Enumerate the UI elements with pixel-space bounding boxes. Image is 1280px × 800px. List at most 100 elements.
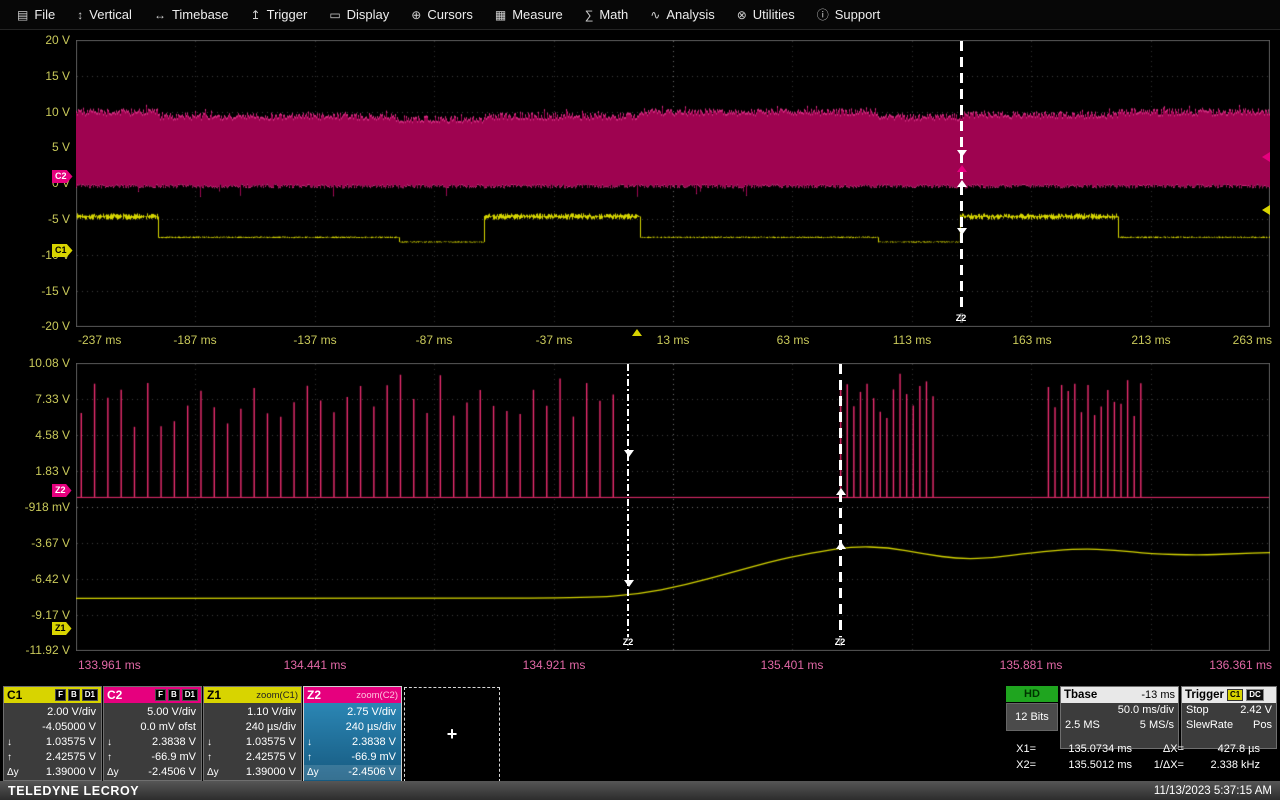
cursor-low-value: 1.03575 V (45, 736, 96, 748)
menu-item-analysis[interactable]: ∿ Analysis (639, 0, 725, 30)
menu-item-label: Vertical (89, 7, 132, 22)
x-axis-label: 213 ms (1131, 333, 1171, 347)
badge-f: F (55, 689, 66, 701)
cursor-high-value: -66.9 mV (351, 751, 396, 763)
cursor-high-icon: ↑ (307, 752, 312, 763)
timebase-descriptor[interactable]: Tbase -13 ms 50.0 ms/div 2.5 MS 5 MS/s (1060, 686, 1179, 749)
main-grid-canvas[interactable] (76, 40, 1270, 327)
x-axis-label: -187 ms (173, 333, 217, 347)
zoom-grid-canvas[interactable] (76, 363, 1270, 651)
hd-label: HD (1024, 688, 1040, 700)
trigger-slope: Pos (1253, 719, 1272, 731)
c2-level-arrow (1262, 152, 1270, 162)
trace-descriptor-z1[interactable]: Z1 zoom(C1) 1.10 V/div 240 µs/div ↓ 1.035… (203, 686, 302, 781)
y-axis-label: -9.17 V (31, 608, 70, 622)
menu-item-label: Math (599, 7, 629, 22)
z1-ground-marker[interactable]: Z1 (52, 622, 72, 635)
cursor-arrow-icon (624, 580, 634, 587)
cursor-low-icon: ↓ (7, 737, 12, 748)
y-axis-label: 5 V (51, 140, 70, 154)
add-trace-icon: + (446, 724, 458, 744)
trigger-mode: Stop (1186, 704, 1209, 716)
timebase-title: Tbase (1064, 689, 1098, 701)
trigger-title: Trigger (1185, 689, 1224, 701)
x-axis-label: 134.921 ms (522, 658, 586, 672)
x2-cursor-tag: Z2 (825, 637, 855, 647)
trace-descriptor-z2[interactable]: Z2 zoom(C2) 2.75 V/div 240 µs/div ↓ 2.383… (303, 686, 402, 782)
timebase-icon: ↔ (153, 7, 166, 22)
cursor-high-icon: ↑ (7, 752, 12, 763)
cursor-high-icon: ↑ (107, 752, 112, 763)
y-axis-label: 20 V (45, 33, 70, 47)
x1-cursor[interactable] (627, 364, 629, 650)
menu-item-label: File (34, 7, 56, 22)
x-axis-label: -37 ms (535, 333, 573, 347)
trace-descriptor-c1[interactable]: C1 F B D1 2.00 V/div -4.05000 V ↓ 1.03575 V… (3, 686, 102, 781)
menu-item-label: Measure (512, 7, 563, 22)
cursor-arrow-icon (624, 450, 634, 457)
delta-y-icon: Δy (107, 767, 119, 778)
menu-item-support[interactable]: ⓘ Support (806, 0, 892, 30)
main-waveform-grid[interactable] (76, 40, 1270, 327)
menu-bar: ▤ File ↕ Vertical ↔ Timebase ↥ Trigger ▭ Disp… (0, 0, 1280, 30)
cursor-arrow-icon (836, 542, 846, 549)
sample-points: 2.5 MS (1065, 719, 1100, 731)
zoom-source-label: zoom(C2) (356, 689, 398, 701)
delta-y-icon: Δy (207, 767, 219, 778)
x-axis-label: 63 ms (776, 333, 810, 347)
menu-item-label: Trigger (266, 7, 308, 22)
c1-level-arrow (1262, 205, 1270, 215)
x2-cursor[interactable] (839, 364, 842, 650)
menu-item-timebase[interactable]: ↔ Timebase (143, 0, 240, 30)
volts-per-div: 5.00 V/div (147, 706, 196, 718)
trigger-descriptor[interactable]: Trigger C1 DC Stop 2.42 V SlewRate Pos (1181, 686, 1277, 749)
menu-item-measure[interactable]: ▦ Measure (484, 0, 574, 30)
menu-item-cursors[interactable]: ⊕ Cursors (400, 0, 484, 30)
y-axis-label: 4.58 V (35, 428, 70, 442)
cursor-low-value: 2.3838 V (351, 736, 396, 748)
zoom-waveform-grid[interactable] (76, 363, 1270, 651)
trigger-position-marker[interactable] (632, 329, 642, 336)
badge-d1: D1 (181, 689, 198, 701)
trigger-type: SlewRate (1186, 719, 1234, 731)
cursor-arrow-icon (957, 165, 967, 172)
cursor-high-value: 2.42575 V (45, 751, 96, 763)
x1-value: 135.0734 ms (1068, 743, 1132, 755)
cursor-low-value: 1.03575 V (245, 736, 296, 748)
dx-value: 427.8 µs (1217, 743, 1260, 755)
menu-item-trigger[interactable]: ↥ Trigger (240, 0, 319, 30)
z2-ground-marker[interactable]: Z2 (52, 484, 72, 497)
delta-y-icon: Δy (7, 767, 19, 778)
hd-mode-badge[interactable]: HD (1006, 686, 1058, 702)
analysis-icon: ∿ (650, 7, 661, 22)
cursor-readout-x2: X2= 135.5012 ms 1/ΔX= 2.338 kHz (1004, 758, 1276, 773)
display-icon: ▭ (329, 7, 341, 22)
menu-item-vertical[interactable]: ↕ Vertical (66, 0, 143, 30)
resolution-box[interactable]: 12 Bits (1006, 703, 1058, 731)
x-axis-label: 163 ms (1012, 333, 1052, 347)
measure-icon: ▦ (494, 7, 507, 22)
menu-item-file[interactable]: ▤ File (6, 0, 66, 30)
time-per-div: 240 µs/div (345, 721, 396, 733)
cursor-arrow-icon (957, 150, 967, 157)
y-axis-label: -918 mV (24, 500, 70, 514)
x-axis-label: -137 ms (293, 333, 337, 347)
menu-item-math[interactable]: ∑ Math (574, 0, 639, 30)
x-axis-label: 136.361 ms (1209, 658, 1272, 672)
menu-item-utilities[interactable]: ⊗ Utilities (726, 0, 806, 30)
utilities-icon: ⊗ (736, 7, 747, 22)
menu-item-label: Support (834, 7, 881, 22)
bits-label: 12 Bits (1015, 711, 1049, 723)
trace-descriptor-c2[interactable]: C2 F B D1 5.00 V/div 0.0 mV ofst ↓ 2.3838 V… (103, 686, 202, 781)
add-trace-button[interactable]: + (404, 687, 500, 782)
delta-y-value: -2.4506 V (348, 766, 396, 778)
x2-label: X2= (1016, 759, 1036, 771)
x-axis-label: 135.401 ms (760, 658, 824, 672)
x-axis-label: 113 ms (892, 333, 932, 347)
cursor-low-icon: ↓ (207, 737, 212, 748)
zoom-source-label: zoom(C1) (256, 689, 298, 701)
menu-item-display[interactable]: ▭ Display (318, 0, 400, 30)
y-axis-label: -6.42 V (31, 572, 70, 586)
y-axis-label: -5 V (47, 212, 70, 226)
trace-title: Z2 (307, 688, 322, 702)
